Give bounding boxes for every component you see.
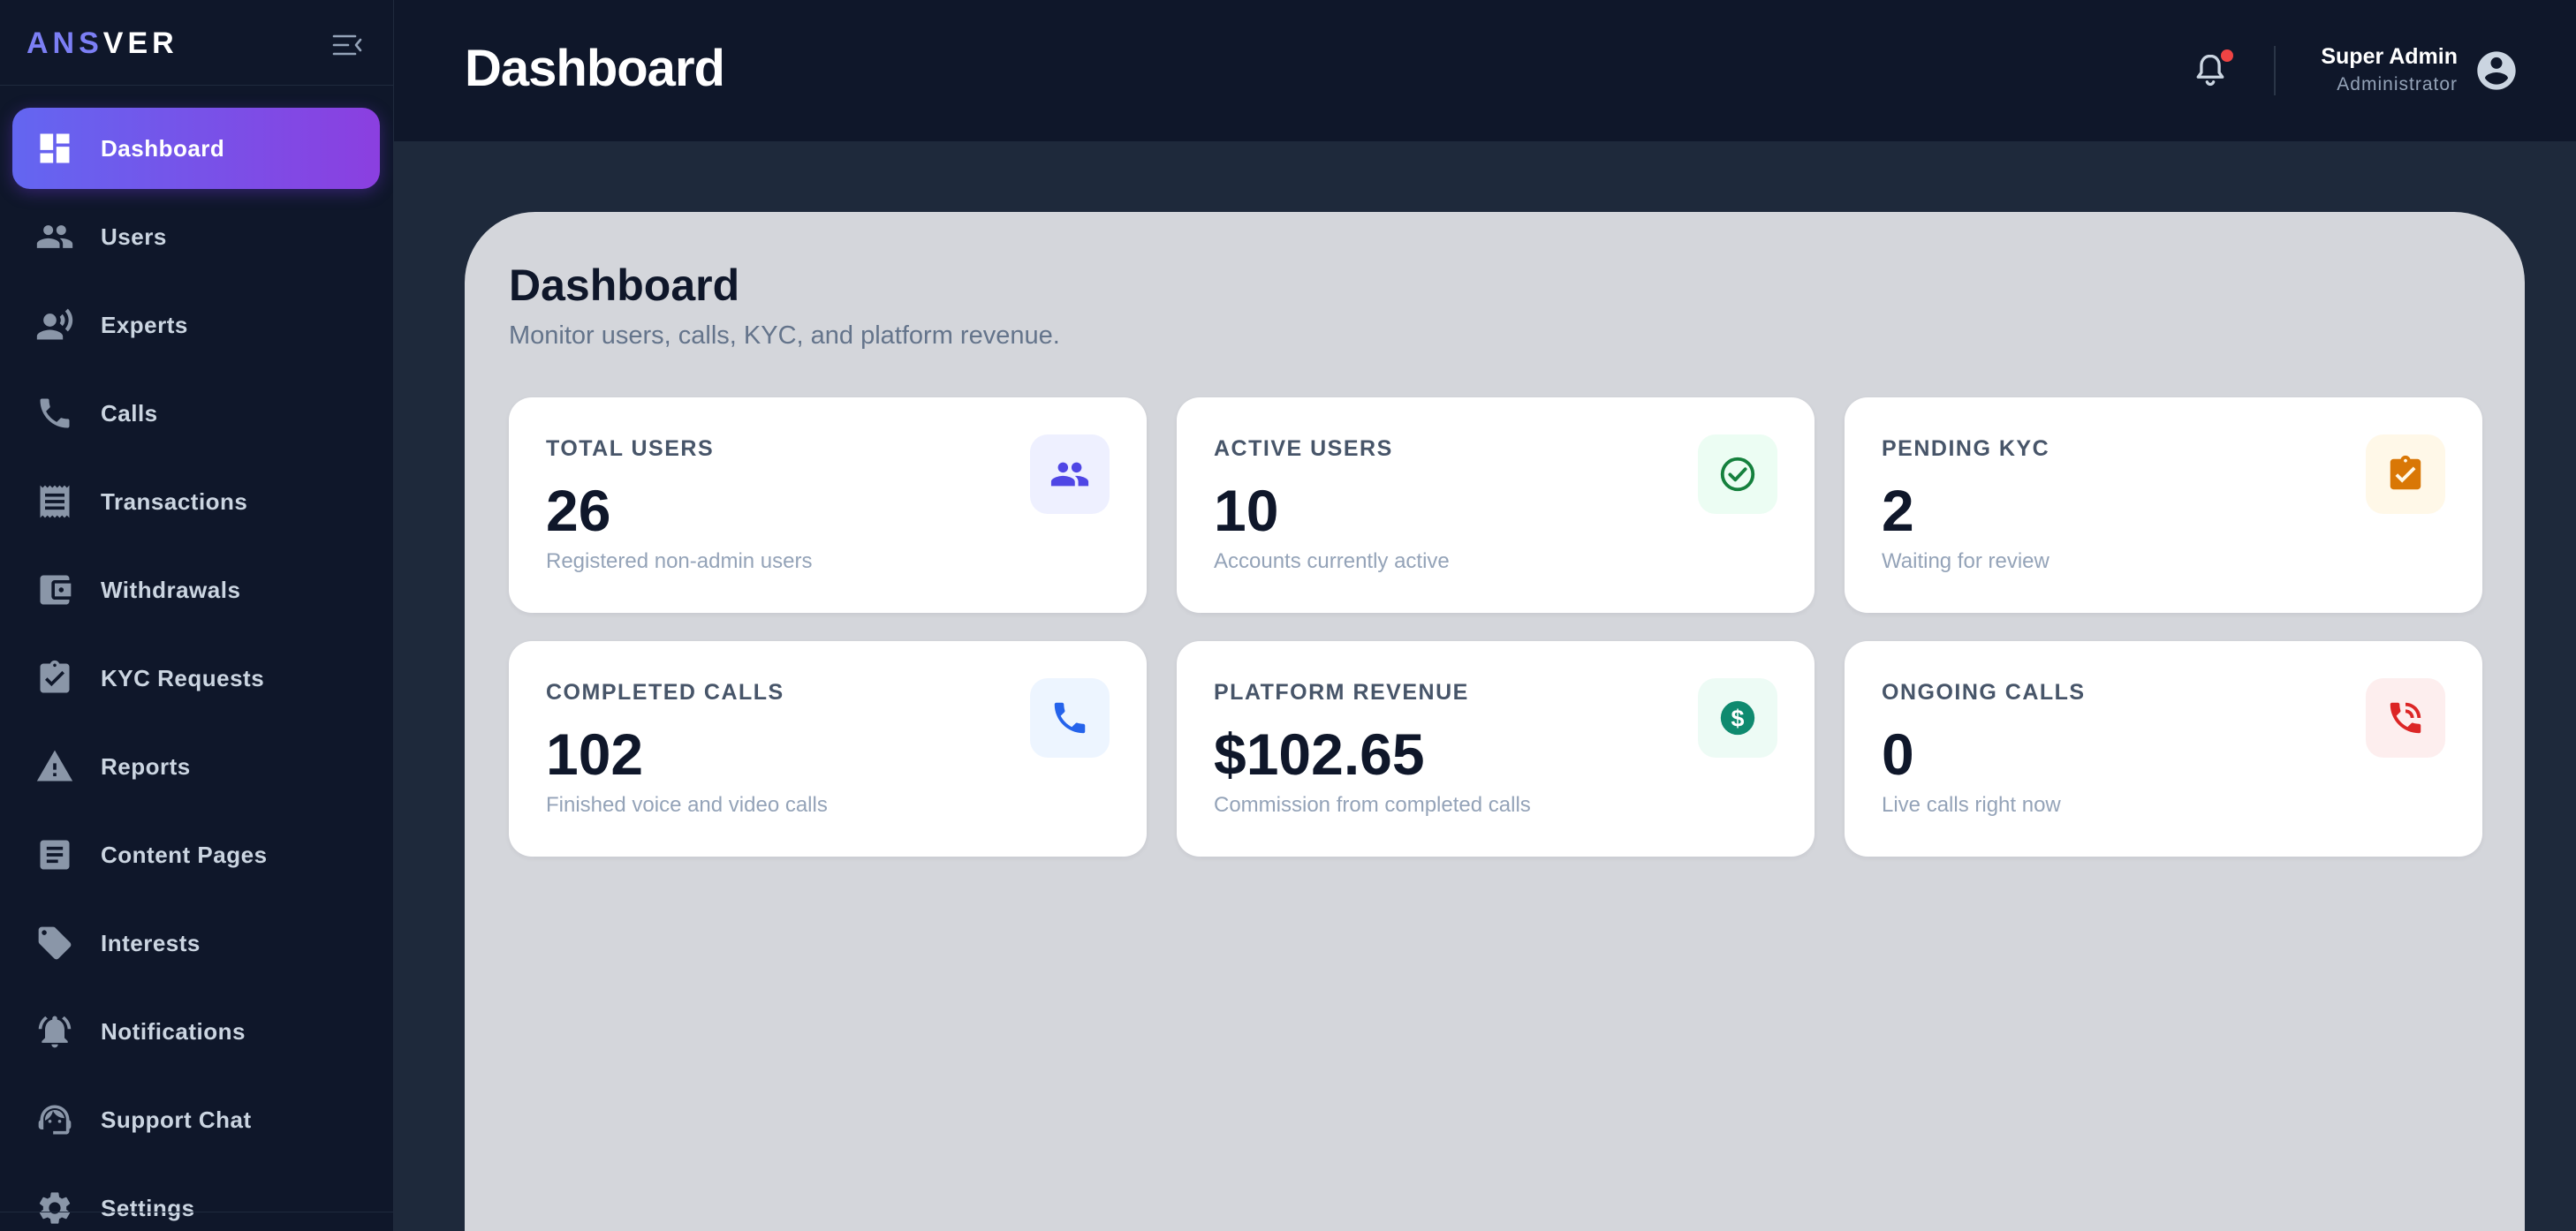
stat-description: Commission from completed calls [1214,793,1531,817]
brand-part-2: VER [102,26,178,60]
page-title: Dashboard [509,261,740,310]
tag-icon [35,924,74,963]
collapse-menu-icon[interactable] [330,30,364,60]
phone-icon [1030,678,1110,758]
stat-card-active-users[interactable]: ACTIVE USERS 10 Accounts currently activ… [1177,397,1815,613]
sidebar-item-withdrawals[interactable]: Withdrawals [12,549,380,631]
sidebar-item-label: Content Pages [101,841,268,868]
phone-icon [35,394,74,433]
brand-part-1: ANS [27,26,103,60]
phone-in-talk-icon [2366,678,2445,758]
warning-icon [35,747,74,786]
svg-text:$: $ [1731,706,1745,732]
sidebar-item-transactions[interactable]: Transactions [12,461,380,542]
header-title: Dashboard [465,40,725,97]
receipt-icon [35,482,74,521]
sidebar-item-label: Support Chat [101,1106,252,1133]
dashboard-icon [35,129,74,168]
sidebar-item-label: Experts [101,311,188,338]
stat-label: TOTAL USERS [546,436,715,461]
clipboard-check-icon [2366,434,2445,514]
stat-description: Finished voice and video calls [546,793,828,817]
user-role: Administrator [2337,74,2458,94]
stat-value: 26 [546,478,611,543]
user-avatar-icon[interactable] [2474,48,2519,94]
users-icon [35,217,74,256]
expert-icon [35,306,74,344]
stat-label: ONGOING CALLS [1882,680,2086,705]
support-agent-icon [35,1100,74,1139]
sidebar-nav: Dashboard Users Experts Calls Transactio… [12,108,380,1231]
users-icon [1030,434,1110,514]
top-header: Dashboard Super Admin Administrator [394,0,2576,141]
stat-value: 102 [546,721,644,787]
sidebar-item-calls[interactable]: Calls [12,373,380,454]
stats-grid: TOTAL USERS 26 Registered non-admin user… [509,397,2482,857]
stat-label: PLATFORM REVENUE [1214,680,1469,705]
sidebar-divider [0,85,393,86]
notification-badge [2221,49,2233,62]
sidebar: ANSVER Dashboard Users Experts Calls Tra… [0,0,394,1231]
sidebar-item-label: Reports [101,752,191,780]
stat-description: Accounts currently active [1214,549,1450,573]
clipboard-check-icon [35,659,74,698]
user-name: Super Admin [2321,44,2458,69]
stat-label: COMPLETED CALLS [546,680,784,705]
sidebar-item-users[interactable]: Users [12,196,380,277]
gear-icon [35,1189,74,1227]
sidebar-item-support-chat[interactable]: Support Chat [12,1079,380,1160]
sidebar-item-dashboard[interactable]: Dashboard [12,108,380,189]
main-content-card: Dashboard Monitor users, calls, KYC, and… [465,212,2525,1231]
sidebar-item-label: Interests [101,929,201,956]
article-icon [35,835,74,874]
sidebar-item-label: Notifications [101,1017,246,1045]
stat-value: 0 [1882,721,1914,787]
brand-logo[interactable]: ANSVER [27,26,178,61]
stat-description: Live calls right now [1882,793,2061,817]
stat-value: 2 [1882,478,1914,543]
stat-card-total-users[interactable]: TOTAL USERS 26 Registered non-admin user… [509,397,1147,613]
sidebar-item-experts[interactable]: Experts [12,284,380,366]
stat-label: ACTIVE USERS [1214,436,1393,461]
page-subtitle: Monitor users, calls, KYC, and platform … [509,321,1060,350]
sidebar-item-label: Settings [101,1194,195,1221]
stat-card-platform-revenue[interactable]: PLATFORM REVENUE $102.65 Commission from… [1177,641,1815,857]
check-circle-icon [1698,434,1777,514]
sidebar-item-kyc-requests[interactable]: KYC Requests [12,638,380,719]
stat-card-completed-calls[interactable]: COMPLETED CALLS 102 Finished voice and v… [509,641,1147,857]
stat-label: PENDING KYC [1882,436,2050,461]
bell-icon [35,1012,74,1051]
stat-value: $102.65 [1214,721,1425,787]
sidebar-item-settings[interactable]: Settings [12,1167,380,1231]
sidebar-item-label: Withdrawals [101,576,241,603]
stat-description: Registered non-admin users [546,549,813,573]
stat-value: 10 [1214,478,1279,543]
wallet-icon [35,570,74,609]
sidebar-item-label: Transactions [101,487,248,515]
sidebar-item-label: KYC Requests [101,664,265,691]
dollar-icon: $ [1698,678,1777,758]
header-divider [2274,46,2276,95]
sidebar-item-label: Calls [101,399,158,427]
sidebar-item-interests[interactable]: Interests [12,902,380,984]
stat-card-pending-kyc[interactable]: PENDING KYC 2 Waiting for review [1845,397,2482,613]
stat-card-ongoing-calls[interactable]: ONGOING CALLS 0 Live calls right now [1845,641,2482,857]
sidebar-item-label: Dashboard [101,134,225,162]
sidebar-item-notifications[interactable]: Notifications [12,991,380,1072]
sidebar-item-label: Users [101,223,167,250]
stat-description: Waiting for review [1882,549,2049,573]
sidebar-item-reports[interactable]: Reports [12,726,380,807]
sidebar-item-content-pages[interactable]: Content Pages [12,814,380,895]
